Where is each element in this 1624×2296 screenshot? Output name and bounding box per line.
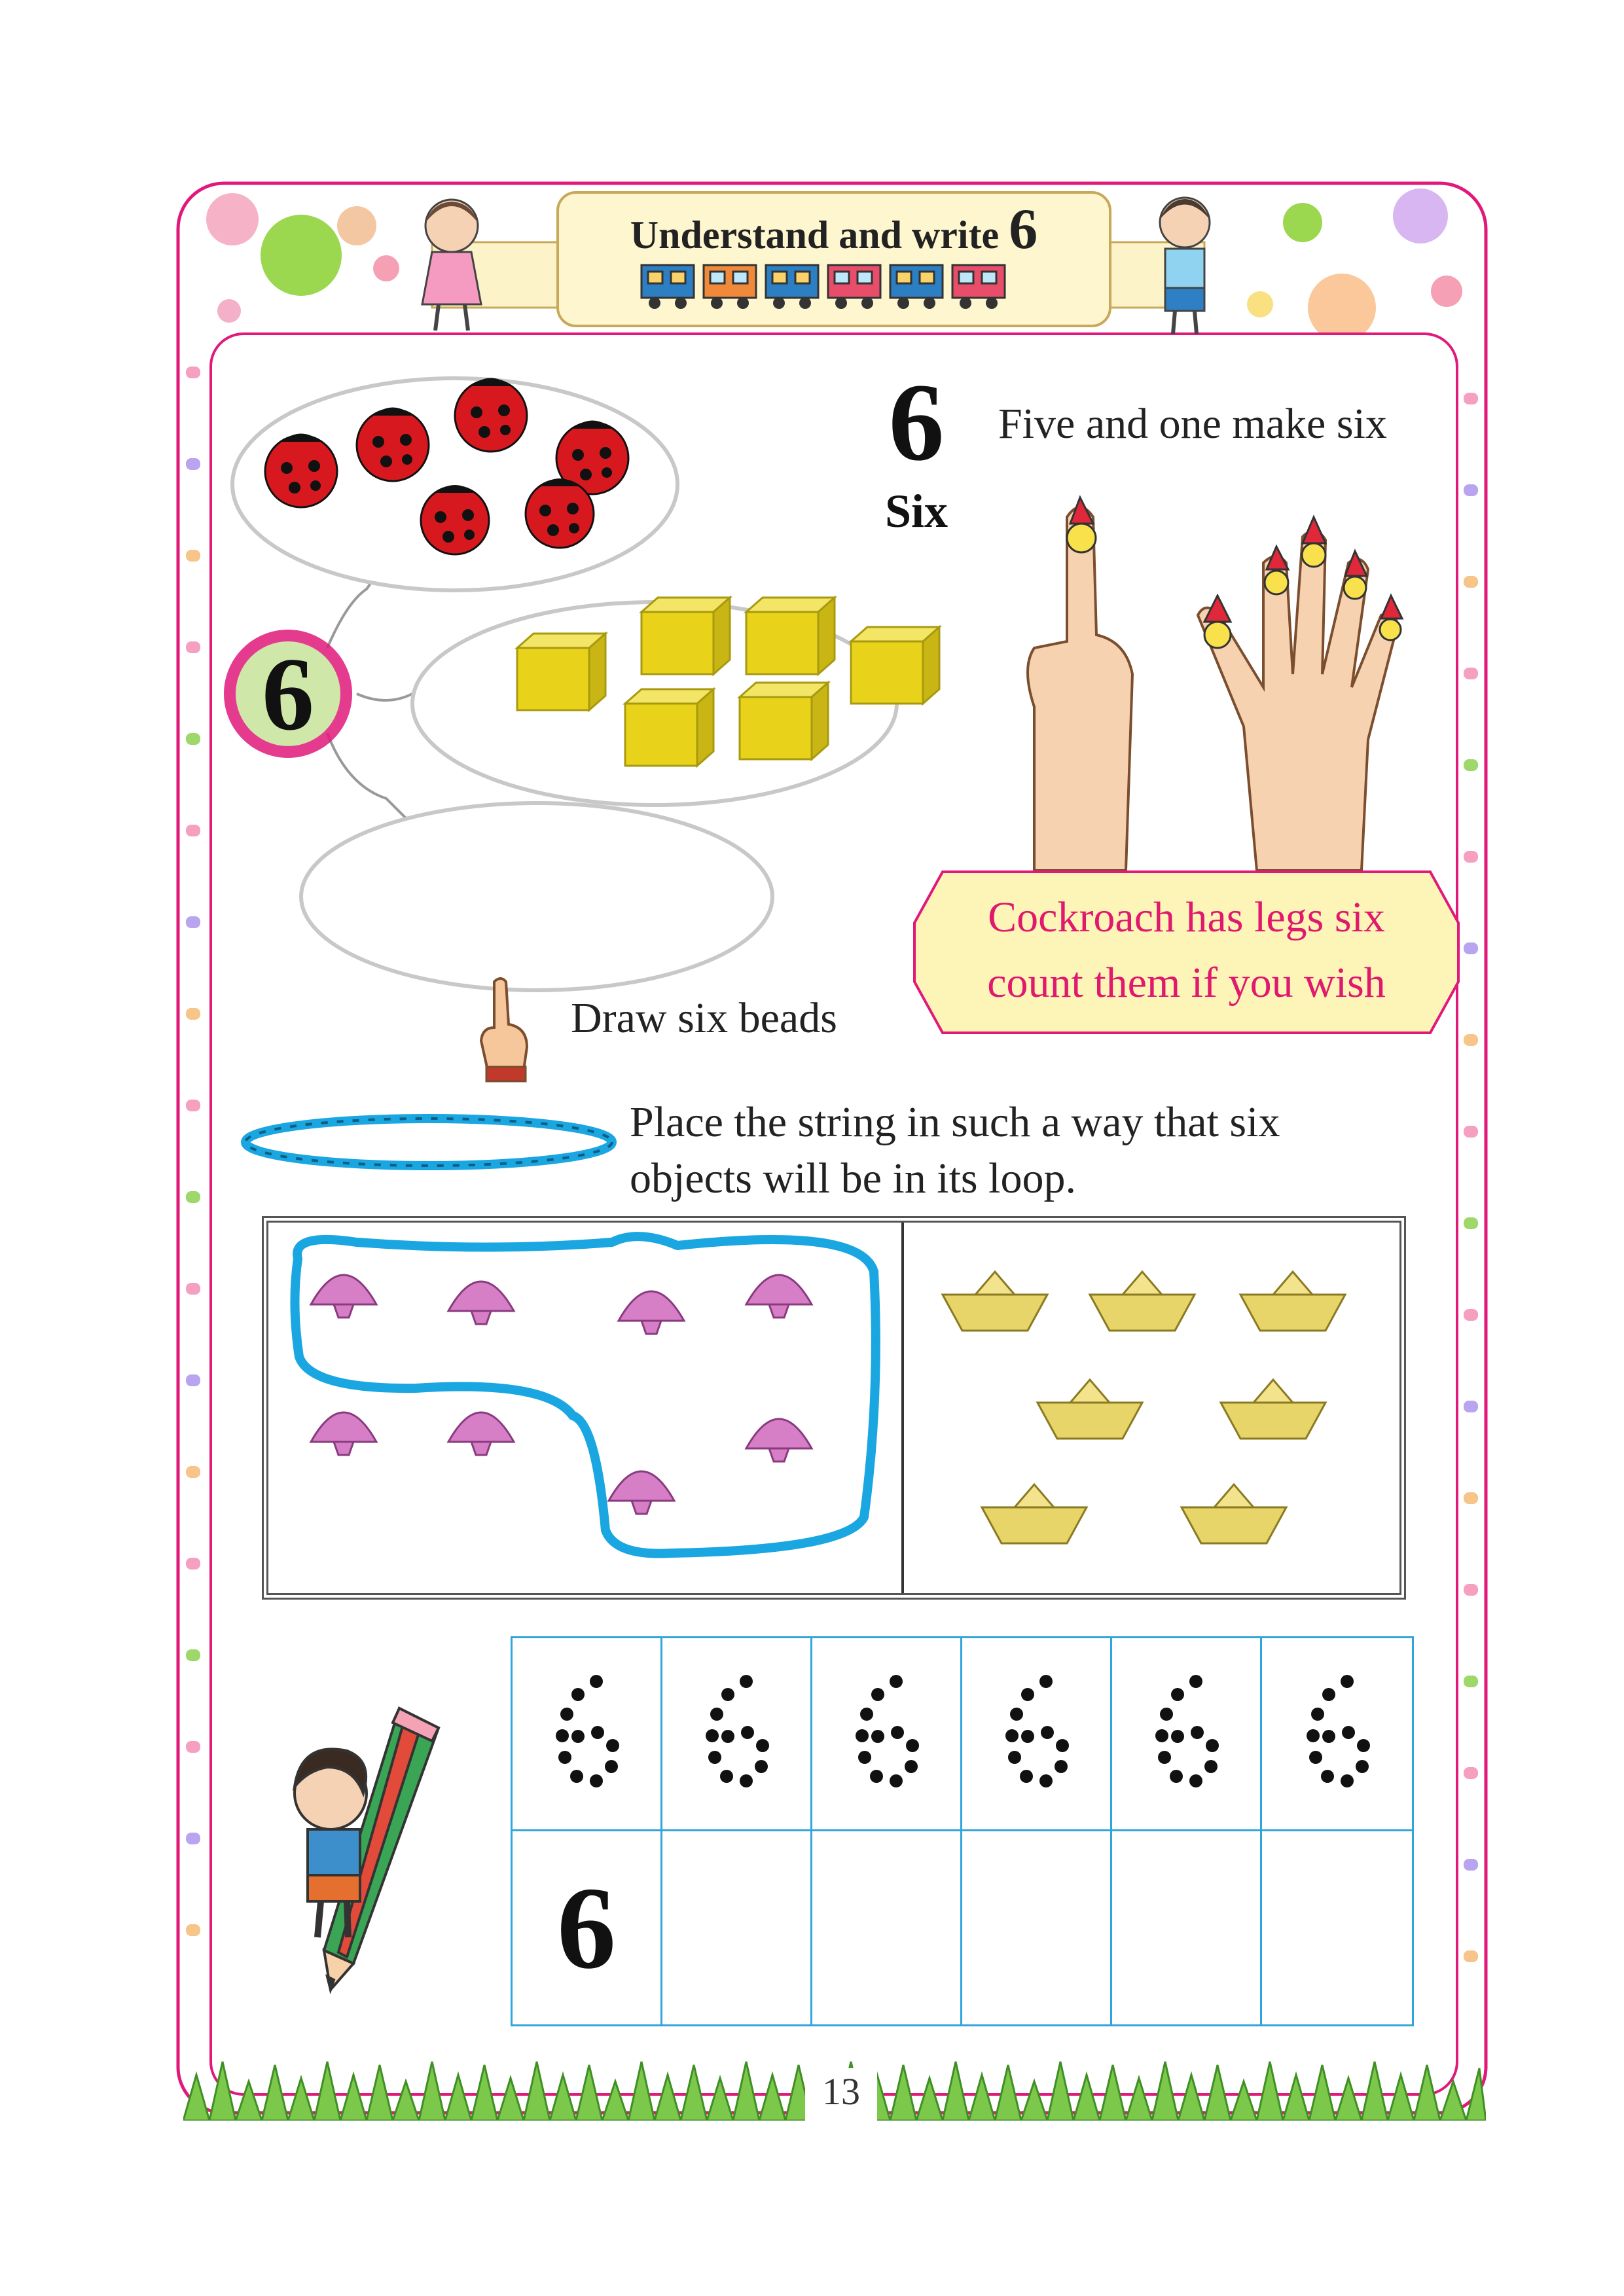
- boats-panel[interactable]: [907, 1226, 1401, 1590]
- trace-cell-3[interactable]: [812, 1638, 962, 1831]
- string-instruction: Place the string in such a way that six …: [630, 1094, 1280, 1207]
- string-instruction-line-2: objects will be in its loop.: [630, 1155, 1076, 1202]
- write-cell-2[interactable]: [662, 1831, 812, 2024]
- dotted-six-1: [556, 1675, 619, 1787]
- girl-with-pencil-illustration: [292, 1706, 441, 1995]
- hands-illustration: [1026, 495, 1404, 870]
- dotted-six-5: [1155, 1675, 1219, 1787]
- written-six: 6: [557, 1863, 616, 1993]
- rhyme-line-2: count them if you wish: [987, 959, 1386, 1007]
- page-title: Understand and write 6: [556, 196, 1111, 262]
- concept-center-number: 6: [262, 636, 314, 752]
- shells-panel[interactable]: [272, 1226, 897, 1590]
- intro-caption: Five and one make six: [998, 400, 1387, 448]
- tracing-grid: 6: [511, 1636, 1414, 2026]
- train-icon: [640, 264, 1006, 309]
- write-cell-3[interactable]: [812, 1831, 962, 2024]
- write-cell-1[interactable]: 6: [513, 1831, 662, 2024]
- string-loop-icon: [241, 1114, 617, 1170]
- page-number: 13: [822, 2070, 860, 2113]
- trace-cell-5[interactable]: [1112, 1638, 1262, 1831]
- pointing-hand-icon: [479, 977, 529, 1083]
- dotted-six-6: [1306, 1675, 1370, 1787]
- title-number: 6: [1009, 198, 1038, 261]
- panel-divider: [901, 1223, 904, 1593]
- trace-cell-2[interactable]: [662, 1638, 812, 1831]
- intro-numeral: 6: [888, 361, 945, 484]
- string-instruction-line-1: Place the string in such a way that six: [630, 1098, 1280, 1146]
- write-cell-6[interactable]: [1262, 1831, 1412, 2024]
- beads-instruction: Draw six beads: [571, 994, 837, 1042]
- intro-word: Six: [884, 485, 948, 537]
- title-label: Understand and write: [630, 213, 1000, 257]
- rhyme-text: Cockroach has legs six count them if you…: [913, 885, 1460, 1016]
- trace-cell-1[interactable]: [513, 1638, 662, 1831]
- rhyme-line-1: Cockroach has legs six: [988, 893, 1385, 941]
- trace-cell-4[interactable]: [962, 1638, 1112, 1831]
- write-cell-5[interactable]: [1112, 1831, 1262, 2024]
- dotted-six-2: [706, 1675, 769, 1787]
- dotted-six-4: [1005, 1675, 1069, 1787]
- write-cell-4[interactable]: [962, 1831, 1112, 2024]
- trace-cell-6[interactable]: [1262, 1638, 1412, 1831]
- dotted-six-3: [856, 1675, 919, 1787]
